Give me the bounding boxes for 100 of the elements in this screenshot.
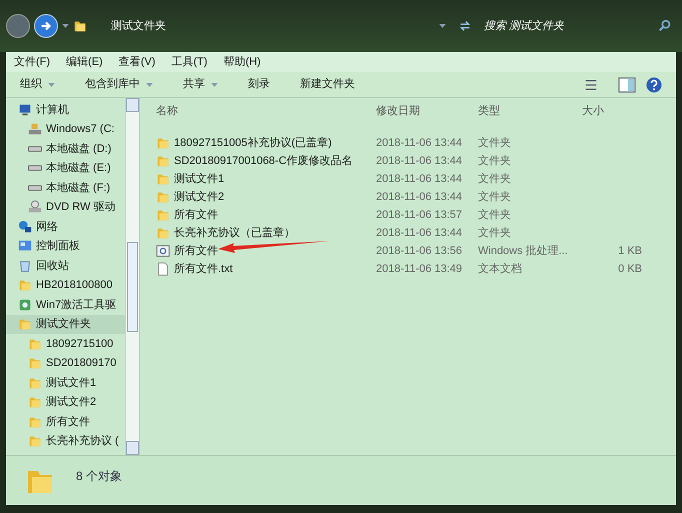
folder-icon <box>18 278 32 292</box>
file-type: 文本文档 <box>478 262 523 277</box>
tree-item[interactable]: 计算机 <box>6 100 125 120</box>
tree-item[interactable]: 控制面板 <box>6 236 125 256</box>
text-file-icon <box>156 262 170 276</box>
tree-item-label: 本地磁盘 (E:) <box>46 161 111 176</box>
file-name[interactable]: 测试文件2 <box>174 188 224 206</box>
toolbar-button[interactable]: 新建文件夹 <box>300 76 355 93</box>
toolbar-button[interactable]: 共享 <box>183 76 218 93</box>
scrollbar[interactable] <box>125 98 139 455</box>
tree-item[interactable]: Win7激活工具驱 <box>6 295 125 314</box>
folder-icon <box>28 414 42 429</box>
tree-item-label: 测试文件2 <box>46 394 96 410</box>
help-icon[interactable] <box>646 76 662 92</box>
tree-item-label: 回收站 <box>36 258 69 274</box>
tree-item[interactable]: 测试文件1 <box>6 373 125 392</box>
toolbar-button[interactable]: 包含到库中 <box>85 76 153 93</box>
modified-date: 2018-11-06 13:56 <box>376 244 464 259</box>
tree-item[interactable]: DVD RW 驱动 <box>6 198 125 217</box>
file-type: 文件夹 <box>478 172 512 187</box>
column-header[interactable]: 大小 <box>582 102 642 120</box>
tree-item[interactable]: SD201809170 <box>6 354 125 373</box>
status-text: 8 个对象 <box>76 468 122 484</box>
menu-item[interactable]: 文件(F) <box>14 54 50 70</box>
toolbar-button[interactable]: 组织 <box>20 76 55 93</box>
file-name[interactable]: 所有文件 <box>174 206 218 224</box>
file-name[interactable]: 180927151005补充协议(已盖章) <box>174 134 332 152</box>
app-icon <box>18 298 32 312</box>
drive-icon <box>28 184 42 191</box>
tree-item-label: 计算机 <box>36 102 69 118</box>
history-caret-icon[interactable] <box>439 24 446 28</box>
forward-button[interactable] <box>34 14 58 38</box>
search-field[interactable]: 搜索 测试文件夹 <box>484 18 654 34</box>
folder-icon <box>156 226 170 240</box>
file-size: 0 KB <box>617 262 642 277</box>
tree-item-label: DVD RW 驱动 <box>46 200 116 215</box>
folder-icon <box>28 356 42 370</box>
file-size: 1 KB <box>617 244 642 259</box>
tree-item[interactable]: 回收站 <box>6 256 125 276</box>
column-header[interactable]: 类型 <box>478 102 582 120</box>
menu-item[interactable]: 查看(V) <box>118 54 156 70</box>
tree-item[interactable]: 所有文件 <box>6 412 125 432</box>
refresh-icon[interactable] <box>458 19 472 33</box>
tree-item-label: 所有文件 <box>46 414 90 430</box>
tree-item-label: 18092715100 <box>46 336 114 352</box>
tree-item-label: Windows7 (C: <box>46 122 114 137</box>
column-header[interactable]: 修改日期 <box>376 102 478 120</box>
folder-icon <box>28 434 42 448</box>
tree-item[interactable]: 本地磁盘 (F:) <box>6 178 125 198</box>
tree-item[interactable]: 测试文件夹 <box>6 314 125 334</box>
toolbar-button[interactable]: 刻录 <box>248 76 270 93</box>
back-button[interactable] <box>6 14 30 38</box>
tree-item[interactable]: 长亮补充协议 ( <box>6 432 125 451</box>
tree-item[interactable]: 本地磁盘 (D:) <box>6 139 125 158</box>
file-type: 文件夹 <box>478 136 512 151</box>
file-name[interactable]: 所有文件.txt <box>174 260 233 278</box>
folder-icon <box>28 376 42 390</box>
folder-icon <box>156 190 170 204</box>
tree-item[interactable]: Windows7 (C: <box>6 120 125 139</box>
file-name[interactable]: SD20180917001068-C作废修改品名 <box>174 152 353 170</box>
menu-item[interactable]: 编辑(E) <box>66 54 103 70</box>
column-header[interactable]: 名称 <box>156 102 376 120</box>
modified-date: 2018-11-06 13:44 <box>376 172 464 187</box>
view-options-icon[interactable] <box>584 78 598 92</box>
tree-item-label: HB2018100800 <box>36 278 112 293</box>
search-icon[interactable] <box>658 19 672 33</box>
tree-item[interactable]: 18092715100 <box>6 334 125 354</box>
preview-pane-icon[interactable] <box>618 76 636 92</box>
tree-item-label: Win7激活工具驱 <box>36 298 116 312</box>
file-name[interactable]: 长亮补充协议（已盖章） <box>174 224 295 242</box>
tree-item[interactable]: 本地磁盘 (E:) <box>6 158 125 178</box>
modified-date: 2018-11-06 13:44 <box>376 190 464 205</box>
drive-icon <box>28 165 42 172</box>
file-name[interactable]: 所有文件 <box>174 242 218 260</box>
arrow-right-icon <box>39 19 53 33</box>
folder-icon <box>156 136 170 150</box>
modified-date: 2018-11-06 13:44 <box>376 154 464 169</box>
tree-item-label: 控制面板 <box>36 239 80 254</box>
tree-item-label: 测试文件1 <box>46 376 96 390</box>
drive-icon <box>28 122 42 136</box>
tree-item-label: 本地磁盘 (F:) <box>46 180 110 196</box>
tree-item-label: 本地磁盘 (D:) <box>46 142 112 156</box>
tree-item[interactable]: 网络 <box>6 217 125 236</box>
file-type: 文件夹 <box>478 226 512 241</box>
tree-item[interactable]: HB2018100800 <box>6 276 125 295</box>
modified-date: 2018-11-06 13:44 <box>376 226 464 241</box>
file-type: Windows 批处理... <box>478 244 569 259</box>
file-type: 文件夹 <box>478 154 512 169</box>
menu-item[interactable]: 帮助(H) <box>223 54 261 70</box>
computer-icon <box>18 102 32 117</box>
settings-file-icon <box>156 244 170 258</box>
disc-drive-icon <box>28 200 42 214</box>
address-bar[interactable]: 测试文件夹 <box>111 18 431 34</box>
folder-icon <box>156 208 170 222</box>
folder-icon <box>156 172 170 186</box>
menu-item[interactable]: 工具(T) <box>171 54 208 70</box>
tree-item-label: 测试文件夹 <box>36 316 91 332</box>
tree-item[interactable]: 测试文件2 <box>6 392 125 412</box>
caret-icon[interactable] <box>62 24 69 28</box>
file-name[interactable]: 测试文件1 <box>174 170 224 188</box>
